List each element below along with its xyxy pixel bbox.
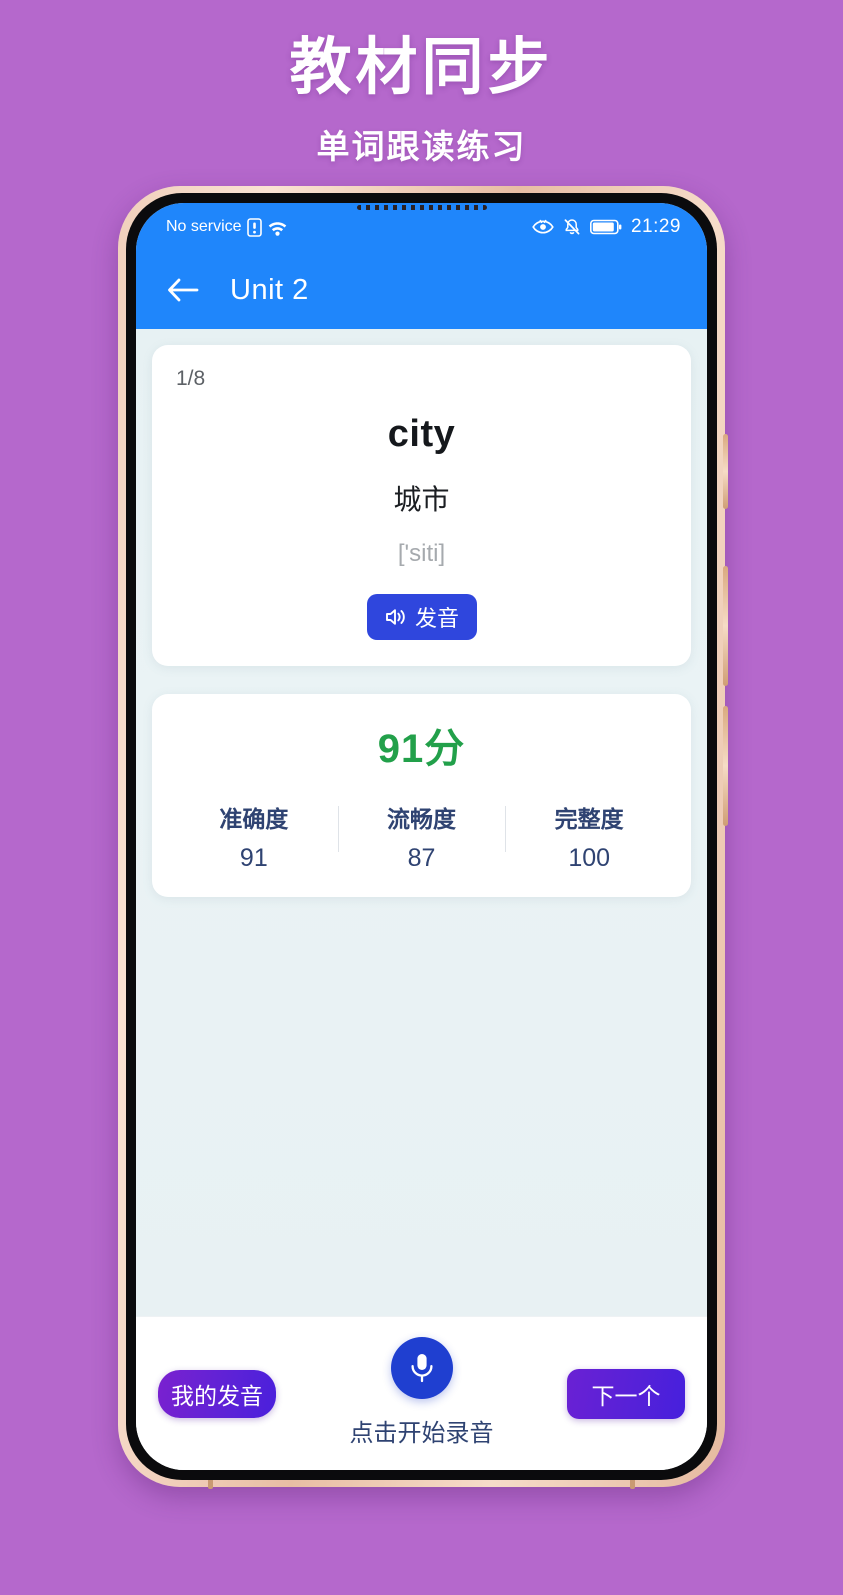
word-counter: 1/8 [176, 367, 206, 390]
status-time: 21:29 [630, 216, 681, 237]
metric-label: 准确度 [219, 806, 289, 832]
bottom-action-bar: 我的发音 点击开始录音 下一个 [136, 1316, 707, 1470]
bell-muted-icon [563, 218, 581, 236]
app-bar: Unit 2 [136, 251, 707, 329]
phone-side-button-power[interactable] [723, 706, 728, 826]
microphone-icon [390, 1337, 453, 1399]
metric-value: 91 [239, 844, 268, 872]
carrier-label: No service [166, 218, 242, 235]
metric-fluency: 流畅度 87 [337, 800, 506, 873]
metric-value: 87 [407, 844, 436, 872]
word-phonetic: ['siti] [397, 540, 446, 567]
word-english: city [387, 413, 456, 455]
score-card: 91分 准确度 91 流畅度 87 完整度 100 [152, 694, 691, 897]
next-button-label: 下一个 [591, 1382, 661, 1409]
metric-label: 完整度 [554, 806, 624, 832]
phone-side-button-mute[interactable] [723, 434, 728, 509]
content-scroll-area[interactable]: 1/8 city 城市 ['siti] 发音 91分 准确度 91 流畅度 87… [136, 329, 707, 1316]
phone-screen: No service 21:29 Unit 2 1/8 city 城市 ['si… [136, 203, 707, 1470]
battery-icon [589, 219, 622, 235]
record-hint-label: 点击开始录音 [349, 1420, 494, 1447]
next-button[interactable]: 下一个 [567, 1368, 685, 1419]
promo-subtitle: 单词跟读练习 [316, 127, 527, 167]
metric-value: 100 [568, 844, 611, 872]
record-button[interactable]: 点击开始录音 [350, 1337, 494, 1448]
speaker-icon [384, 606, 408, 628]
word-translation: 城市 [393, 484, 450, 515]
status-bar: No service 21:29 [136, 203, 707, 251]
page-title: Unit 2 [230, 273, 309, 306]
my-recording-label: 我的发音 [171, 1382, 263, 1409]
promo-header: 教材同步 单词跟读练习 [0, 0, 843, 168]
pronounce-button-label: 发音 [414, 606, 459, 631]
wifi-icon [267, 219, 288, 236]
back-arrow-icon[interactable] [162, 269, 204, 311]
promo-title: 教材同步 [289, 30, 554, 103]
earpiece-grille-icon [356, 205, 487, 210]
overall-score: 91分 [377, 727, 466, 771]
eye-icon [532, 219, 554, 235]
score-metrics: 准确度 91 流畅度 87 完整度 100 [170, 800, 673, 873]
metric-accuracy: 准确度 91 [170, 800, 338, 873]
pronounce-button[interactable]: 发音 [366, 594, 477, 640]
metric-label: 流畅度 [387, 806, 456, 832]
metric-completeness: 完整度 100 [505, 800, 673, 873]
word-card: 1/8 city 城市 ['siti] 发音 [152, 345, 691, 666]
phone-side-button-volume[interactable] [723, 566, 728, 686]
my-recording-button[interactable]: 我的发音 [158, 1369, 276, 1418]
sim-alert-icon [246, 217, 262, 237]
phone-bezel: No service 21:29 Unit 2 1/8 city 城市 ['si… [126, 193, 717, 1480]
phone-mockup: No service 21:29 Unit 2 1/8 city 城市 ['si… [118, 186, 728, 1489]
